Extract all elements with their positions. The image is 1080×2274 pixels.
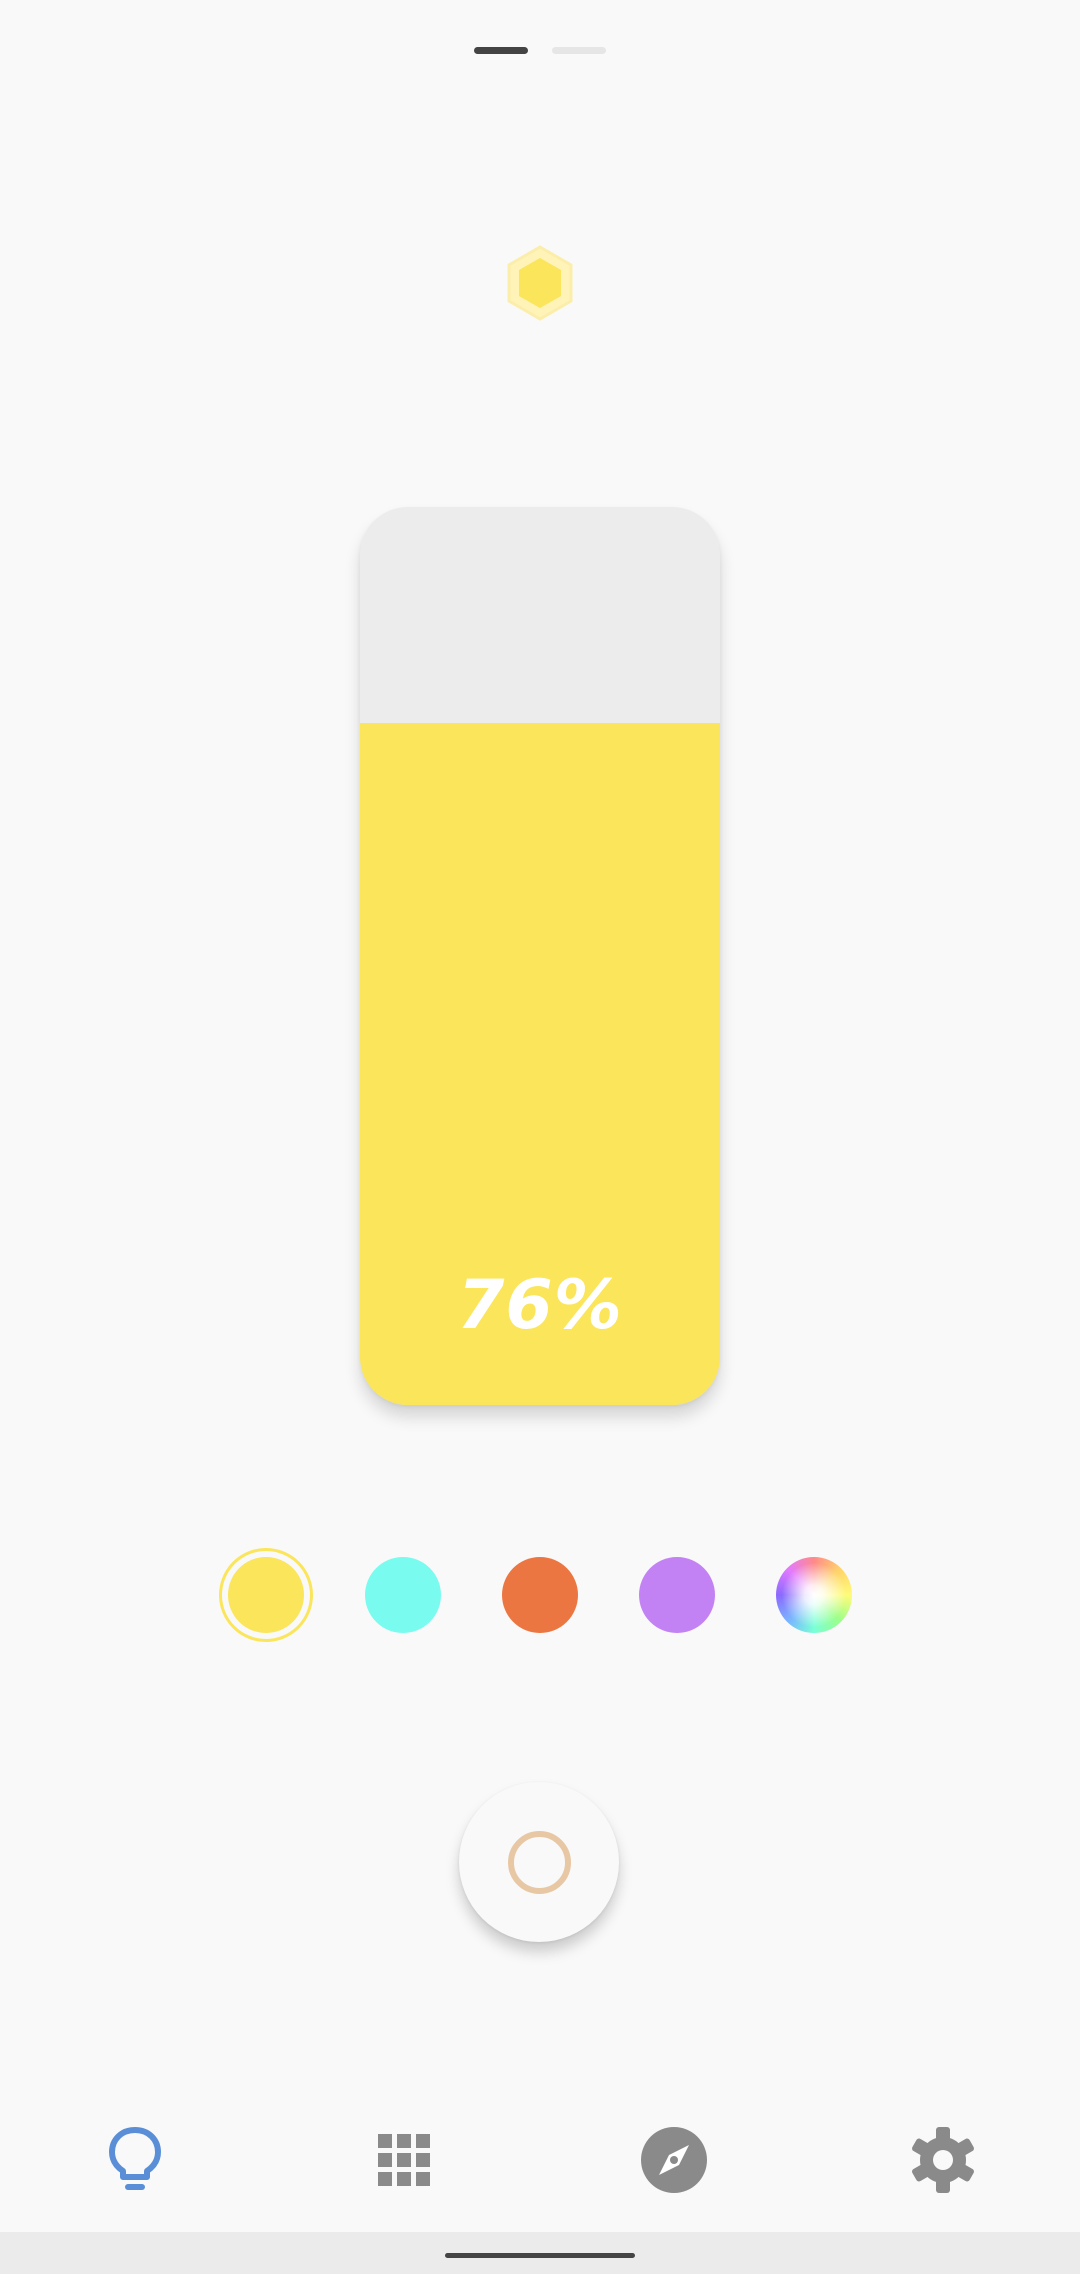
brightness-value: 76% bbox=[457, 1266, 623, 1345]
nav-scenes[interactable] bbox=[344, 2100, 464, 2220]
hexagon-icon bbox=[507, 245, 573, 321]
home-handle[interactable] bbox=[445, 2253, 635, 2258]
nav-explore[interactable] bbox=[614, 2100, 734, 2220]
color-wheel-swatch[interactable] bbox=[776, 1557, 852, 1633]
color-swatch-orange[interactable] bbox=[502, 1557, 578, 1633]
gear-icon bbox=[912, 2127, 974, 2193]
color-swatch-yellow[interactable] bbox=[219, 1548, 313, 1642]
color-swatch-purple[interactable] bbox=[639, 1557, 715, 1633]
power-button[interactable] bbox=[459, 1782, 619, 1942]
page-dot-active[interactable] bbox=[474, 47, 528, 54]
color-swatch-cyan[interactable] bbox=[365, 1557, 441, 1633]
brightness-slider[interactable]: 76% bbox=[360, 507, 720, 1405]
bottom-navigation bbox=[0, 2100, 1080, 2220]
nav-lights[interactable] bbox=[75, 2100, 195, 2220]
lightbulb-icon bbox=[109, 2127, 161, 2190]
nav-settings[interactable] bbox=[883, 2100, 1003, 2220]
system-gesture-bar bbox=[0, 2232, 1080, 2274]
page-indicator bbox=[0, 47, 1080, 55]
power-ring-icon bbox=[508, 1831, 571, 1894]
grid-icon bbox=[378, 2134, 430, 2186]
compass-icon bbox=[641, 2127, 707, 2193]
page-dot-inactive[interactable] bbox=[552, 47, 606, 54]
